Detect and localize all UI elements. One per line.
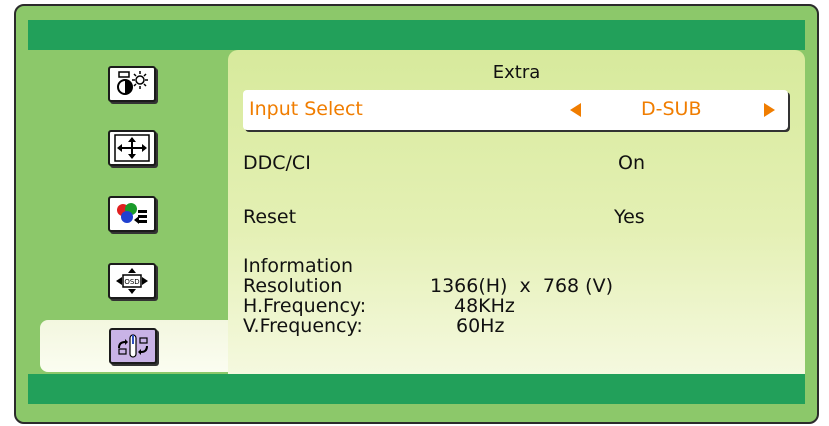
input-select-value: D-SUB <box>641 98 702 120</box>
hfreq-value: 48KHz <box>454 295 515 317</box>
arrow-left-icon[interactable] <box>570 103 581 117</box>
ddc-ci-value: On <box>618 152 645 174</box>
osd-settings-icon: OSD <box>108 263 156 299</box>
resolution-value: 1366(H) x 768 (V) <box>430 275 613 297</box>
reset-label[interactable]: Reset <box>243 206 296 228</box>
bottom-bar <box>28 374 805 404</box>
arrow-right-icon[interactable] <box>764 103 775 117</box>
vfreq-label: V.Frequency: <box>243 315 363 337</box>
top-bar <box>28 20 805 50</box>
extra-icon <box>109 328 157 364</box>
position-icon <box>108 130 156 166</box>
vfreq-value: 60Hz <box>456 315 505 337</box>
sidebar-item-extra[interactable] <box>40 320 243 372</box>
extra-panel: Extra Input Select D-SUB DDC/CI On Reset… <box>228 50 805 374</box>
svg-text:OSD: OSD <box>124 278 139 286</box>
sidebar-item-brightness[interactable] <box>28 58 228 110</box>
sidebar-item-osd[interactable]: OSD <box>28 255 228 307</box>
resolution-label: Resolution <box>243 275 343 297</box>
sidebar-item-position[interactable] <box>28 122 228 174</box>
osd-window: OSD Extra Input Select D-SUB DDC/CI On R… <box>14 4 819 424</box>
color-icon <box>108 196 156 232</box>
brightness-contrast-icon <box>108 66 156 102</box>
reset-value: Yes <box>614 206 645 228</box>
sidebar: OSD <box>28 50 243 374</box>
hfreq-label: H.Frequency: <box>243 295 367 317</box>
input-select-label: Input Select <box>249 98 363 120</box>
ddc-ci-label[interactable]: DDC/CI <box>243 152 311 174</box>
information-heading: Information <box>243 255 353 277</box>
sidebar-item-color[interactable] <box>28 188 228 240</box>
panel-title: Extra <box>492 62 541 83</box>
input-select-row[interactable]: Input Select D-SUB <box>243 90 788 130</box>
